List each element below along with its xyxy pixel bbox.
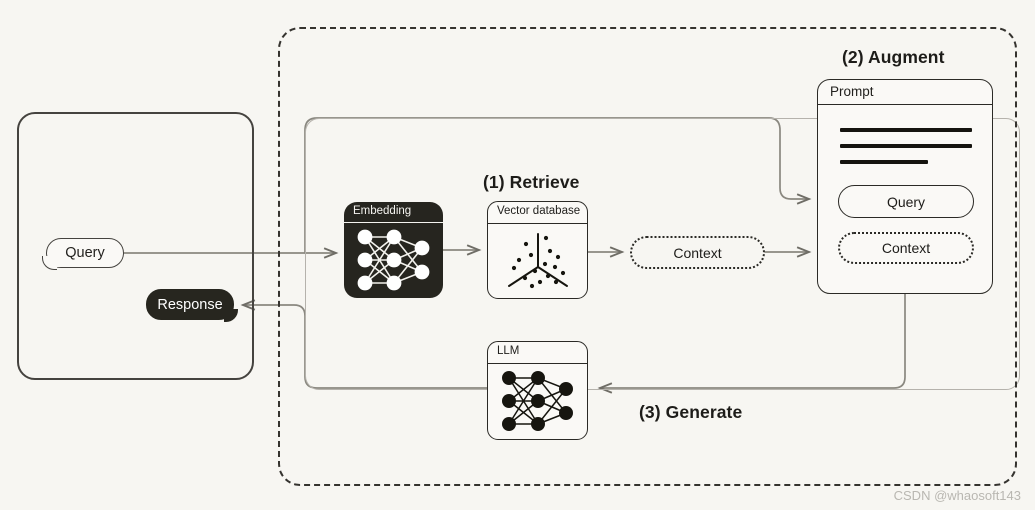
chat-bubble-response-label: Response: [157, 296, 223, 313]
node-context-retrieved-label: Context: [673, 244, 722, 261]
chat-bubble-query[interactable]: Query: [42, 238, 124, 270]
card-vector-database[interactable]: Vector database: [487, 201, 588, 299]
axis-scatter-icon: [508, 233, 568, 289]
card-vector-database-graphic: [488, 224, 587, 298]
prompt-slot-query[interactable]: Query: [838, 185, 974, 218]
card-prompt[interactable]: Prompt Query Context: [817, 79, 993, 294]
diagram-canvas: Query Response (1) Retrieve (2) Augment …: [0, 0, 1035, 510]
card-vector-database-title: Vector database: [488, 202, 587, 224]
card-embedding-title: Embedding: [344, 202, 443, 223]
prompt-text-line: [840, 144, 972, 148]
prompt-slot-context-label: Context: [881, 240, 931, 256]
card-llm-title: LLM: [488, 342, 587, 364]
prompt-slot-context[interactable]: Context: [838, 232, 974, 264]
card-llm[interactable]: LLM: [487, 341, 588, 440]
section-title-retrieve: (1) Retrieve: [483, 172, 580, 192]
prompt-text-line: [840, 128, 972, 132]
card-embedding[interactable]: Embedding: [344, 202, 443, 298]
card-llm-graphic: [488, 364, 587, 439]
prompt-text-line: [840, 160, 928, 164]
card-embedding-graphic: [344, 223, 443, 298]
node-context-retrieved[interactable]: Context: [630, 236, 765, 269]
section-title-augment: (2) Augment: [842, 47, 945, 67]
section-title-generate: (3) Generate: [639, 402, 743, 422]
chat-bubble-query-label: Query: [65, 245, 105, 261]
watermark: CSDN @whaosoft143: [893, 488, 1021, 503]
neural-network-icon: [357, 229, 430, 291]
prompt-text-lines: [840, 128, 972, 176]
neural-network-icon: [502, 371, 573, 431]
chat-bubble-response[interactable]: Response: [146, 289, 238, 322]
prompt-slot-query-label: Query: [886, 193, 926, 210]
card-prompt-title: Prompt: [818, 80, 992, 105]
